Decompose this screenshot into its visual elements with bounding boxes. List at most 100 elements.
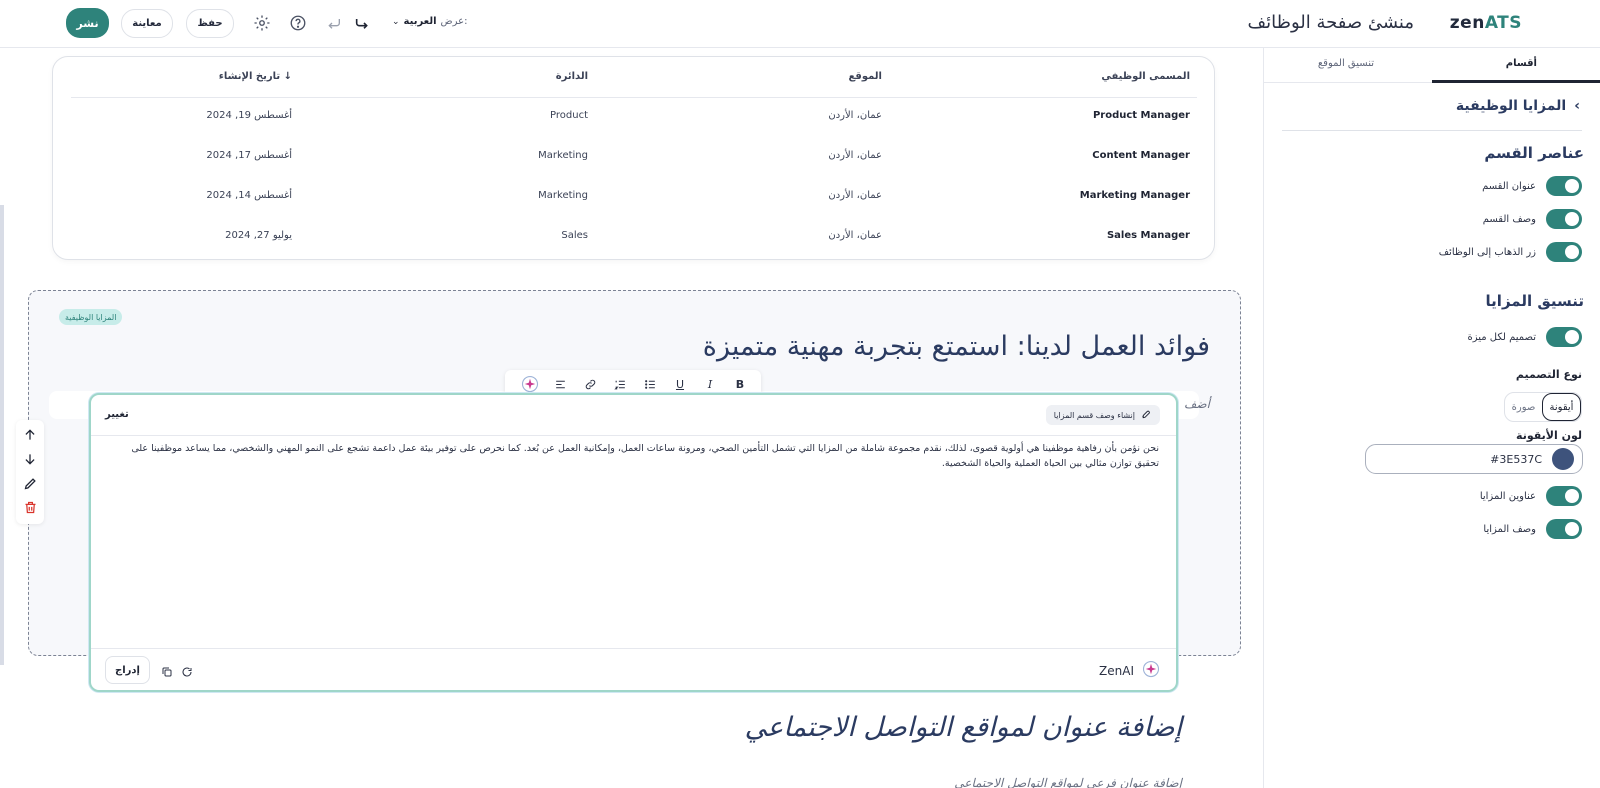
undo-icon[interactable]	[325, 14, 343, 32]
ai-sparkle-icon	[1142, 660, 1160, 681]
table-cell-department: Marketing	[538, 150, 588, 161]
tab-sections[interactable]: أقسام	[1506, 58, 1537, 69]
table-cell-location: عمان، الأردن	[828, 150, 882, 161]
publish-button[interactable]: نشر	[66, 8, 109, 38]
active-tab-indicator	[1432, 80, 1600, 83]
generate-description-label: إنشاء وصف قسم المزايا	[1053, 410, 1135, 420]
table-header-divider	[71, 97, 1197, 98]
section-back-title: المزايا الوظيفية	[1455, 98, 1567, 114]
table-cell-title[interactable]: Marketing Manager	[1080, 190, 1190, 201]
help-icon[interactable]	[289, 14, 307, 32]
table-cell-title[interactable]: Content Manager	[1092, 150, 1190, 161]
toggle-switch[interactable]	[1546, 209, 1582, 229]
chevron-down-icon: ⌄	[392, 16, 400, 27]
table-cell-title[interactable]: Sales Manager	[1107, 230, 1190, 241]
bold-button[interactable]: B	[731, 375, 749, 393]
language-select[interactable]: ⌄ العربية عرض:	[392, 16, 467, 27]
copy-icon[interactable]	[161, 663, 173, 682]
benefits-title[interactable]: فوائد العمل لدينا: استمتع بتجربة مهنية م…	[703, 331, 1210, 362]
toggle-label: وصف المزايا	[1483, 523, 1536, 535]
trash-icon[interactable]	[21, 498, 39, 516]
column-header-department[interactable]: الدائرة	[556, 71, 588, 82]
app-logo: zenATS	[1449, 13, 1522, 33]
move-down-icon[interactable]	[21, 450, 39, 468]
bullet-list-icon[interactable]	[641, 375, 659, 393]
block-tools	[16, 420, 44, 524]
link-icon[interactable]	[581, 375, 599, 393]
table-cell-created: أغسطس 19, 2024	[206, 110, 292, 121]
table-cell-created: أغسطس 14, 2024	[206, 190, 292, 201]
editor-footer-divider	[91, 648, 1176, 649]
column-header-location[interactable]: الموقع	[848, 71, 882, 82]
social-section-subtitle[interactable]: إضافة عنوان فرعي لمواقع التواصل الاجتماع…	[954, 776, 1182, 788]
icon-color-value: #3E537C	[1490, 452, 1542, 466]
toggle-section-description[interactable]: وصف القسم	[1483, 209, 1582, 229]
section-elements-heading: عناصر القسم	[1484, 144, 1584, 162]
preview-button[interactable]: معاينة	[121, 9, 173, 38]
table-cell-department: Product	[550, 110, 588, 121]
toggle-switch[interactable]	[1546, 327, 1582, 347]
move-up-icon[interactable]	[21, 426, 39, 444]
back-to-sections-button[interactable]: › المزايا الوظيفية	[1456, 98, 1580, 114]
design-type-heading: نوع التصميم	[1515, 368, 1582, 381]
language-value: العربية	[403, 16, 437, 27]
toggle-label: زر الذهاب إلى الوظائف	[1438, 246, 1536, 258]
social-section-title[interactable]: إضافة عنوان لمواقع التواصل الاجتماعي	[745, 712, 1182, 743]
icon-color-heading: لون الأيقونة	[1516, 429, 1582, 442]
toggle-switch[interactable]	[1546, 176, 1582, 196]
generate-description-button[interactable]: إنشاء وصف قسم المزايا	[1045, 405, 1160, 425]
align-icon[interactable]	[551, 375, 569, 393]
panel-divider	[1282, 130, 1582, 131]
section-badge: المزايا الوظيفية	[59, 309, 123, 325]
color-swatch[interactable]	[1552, 448, 1574, 470]
italic-button[interactable]: I	[701, 375, 719, 393]
zenai-brand: ZenAI	[1099, 660, 1160, 681]
toggle-section-title[interactable]: عنوان القسم	[1482, 176, 1582, 196]
table-cell-title[interactable]: Product Manager	[1093, 110, 1190, 121]
toggle-label: تصميم لكل ميزة	[1467, 331, 1536, 343]
design-type-image-option[interactable]: صورة	[1505, 393, 1542, 421]
table-cell-location: عمان، الأردن	[828, 190, 882, 201]
table-cell-created: أغسطس 17, 2024	[206, 150, 292, 161]
rocket-icon	[1141, 409, 1152, 422]
jobs-table-card: المسمى الوظيفي الموقع الدائرة تاريخ الإن…	[52, 56, 1215, 260]
ai-sparkle-icon[interactable]	[521, 375, 539, 393]
app-title: منشئ صفحة الوظائف	[1247, 12, 1414, 33]
regenerate-icon[interactable]	[181, 663, 193, 682]
insert-button[interactable]: إدراج	[105, 656, 150, 684]
table-cell-department: Sales	[561, 230, 588, 241]
edit-icon[interactable]	[21, 474, 39, 492]
toggle-benefit-titles[interactable]: عناوين المزايا	[1480, 486, 1582, 506]
toggle-label: عناوين المزايا	[1479, 490, 1536, 502]
toggle-switch[interactable]	[1546, 486, 1582, 506]
column-header-title[interactable]: المسمى الوظيفي	[1101, 71, 1190, 82]
icon-color-field[interactable]: #3E537C	[1365, 444, 1583, 474]
editor-header-divider	[91, 435, 1176, 436]
ai-generated-text[interactable]: نحن نؤمن بأن رفاهية موظفينا هي أولوية قص…	[119, 441, 1159, 471]
redo-icon[interactable]	[353, 14, 371, 32]
underline-button[interactable]: U	[671, 375, 689, 393]
chevron-right-icon: ›	[1574, 98, 1580, 114]
column-header-created[interactable]: تاريخ الإنشاء ↓	[219, 71, 292, 82]
ai-brand-label: ZenAI	[1099, 663, 1134, 678]
toggle-per-feature-design[interactable]: تصميم لكل ميزة	[1467, 327, 1582, 347]
ai-editor-panel: تغيير إنشاء وصف قسم المزايا نحن نؤمن بأن…	[89, 393, 1178, 692]
toggle-jobs-button[interactable]: زر الذهاب إلى الوظائف	[1439, 242, 1582, 262]
toggle-label: عنوان القسم	[1482, 180, 1536, 192]
toggle-benefit-descriptions[interactable]: وصف المزايا	[1483, 519, 1582, 539]
gear-icon[interactable]	[253, 14, 271, 32]
scroll-accent	[0, 205, 4, 665]
tab-site-format[interactable]: تنسيق الموقع	[1318, 58, 1374, 69]
benefits-format-heading: تنسيق المزايا	[1485, 292, 1584, 310]
toggle-switch[interactable]	[1546, 242, 1582, 262]
change-button[interactable]: تغيير	[105, 409, 129, 420]
toggle-switch[interactable]	[1546, 519, 1582, 539]
save-button[interactable]: حفظ	[186, 9, 234, 38]
table-cell-location: عمان، الأردن	[828, 110, 882, 121]
view-label: عرض:	[440, 16, 468, 27]
table-cell-department: Marketing	[538, 190, 588, 201]
design-type-icon-option[interactable]: أيقونة	[1542, 393, 1581, 421]
numbered-list-icon[interactable]	[611, 375, 629, 393]
design-type-toggle: أيقونة صورة	[1504, 392, 1582, 422]
table-cell-created: يوليو 27, 2024	[225, 230, 292, 241]
